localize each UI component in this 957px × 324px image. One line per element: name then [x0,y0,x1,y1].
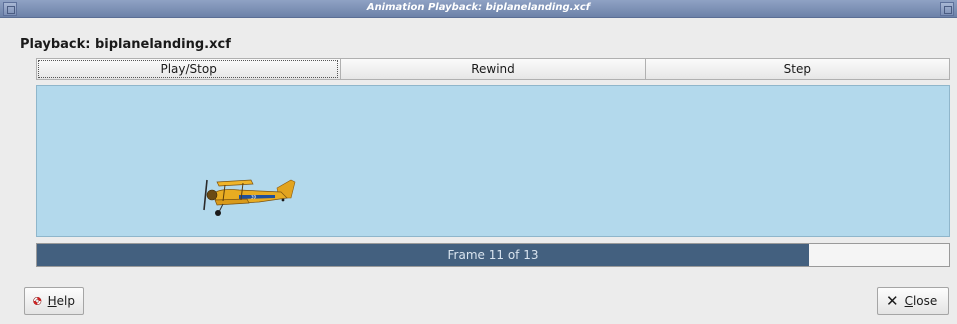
biplane-image: 39 [203,179,296,216]
lifebuoy-icon [33,296,42,306]
page-title: Playback: biplanelanding.xcf [20,37,231,52]
close-label: Close [904,294,938,308]
title-bar[interactable]: Animation Playback: biplanelanding.xcf [0,0,957,18]
x-icon: ✕ [886,291,899,310]
window-maximize-icon[interactable] [940,2,954,16]
frame-counter: Frame 11 of 13 [447,248,539,262]
playback-dialog: Animation Playback: biplanelanding.xcf P… [0,0,957,324]
play-stop-button[interactable]: Play/Stop [36,58,341,80]
step-button[interactable]: Step [644,58,950,80]
rewind-button[interactable]: Rewind [340,58,645,80]
help-button[interactable]: Help [24,287,84,315]
frame-progress-bar[interactable]: Frame 11 of 13 [36,243,950,267]
help-label: Help [47,294,75,308]
playback-toolbar: Play/Stop Rewind Step [36,58,950,80]
svg-text:39: 39 [251,194,257,199]
animation-preview: 39 [36,85,950,237]
window-title: Animation Playback: biplanelanding.xcf [366,2,591,13]
close-button[interactable]: ✕ Close [877,287,949,315]
